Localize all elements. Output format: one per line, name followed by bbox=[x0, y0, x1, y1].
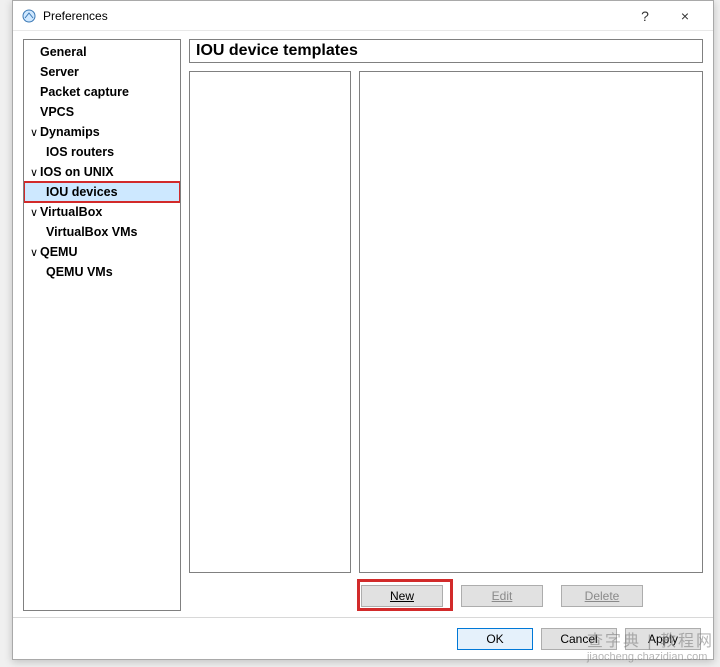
tree-item-label: VirtualBox bbox=[40, 205, 102, 219]
close-button[interactable]: × bbox=[665, 2, 705, 30]
tree-item-qemu[interactable]: ∨QEMU bbox=[24, 242, 180, 262]
cancel-button[interactable]: Cancel bbox=[541, 628, 617, 650]
new-button[interactable]: New bbox=[361, 585, 443, 607]
new-button-label: New bbox=[390, 589, 414, 603]
apply-button-label: Apply bbox=[648, 632, 678, 646]
page-title: IOU device templates bbox=[189, 39, 703, 63]
tree-item-server[interactable]: Server bbox=[24, 62, 180, 82]
tree-item-label: VirtualBox VMs bbox=[46, 225, 137, 239]
help-button[interactable]: ? bbox=[625, 2, 665, 30]
window-title: Preferences bbox=[43, 9, 625, 23]
tree-item-virtualbox-vms[interactable]: VirtualBox VMs bbox=[24, 222, 180, 242]
edit-button[interactable]: Edit bbox=[461, 585, 543, 607]
tree-item-label: QEMU bbox=[40, 245, 78, 259]
titlebar: Preferences ? × bbox=[13, 1, 713, 31]
tree-item-label: General bbox=[40, 45, 87, 59]
tree-item-label: VPCS bbox=[40, 105, 74, 119]
tree-item-packet-capture[interactable]: Packet capture bbox=[24, 82, 180, 102]
expander-icon[interactable]: ∨ bbox=[28, 206, 40, 219]
tree-item-iou-devices[interactable]: IOU devices bbox=[24, 182, 180, 202]
content-area: GeneralServerPacket captureVPCS∨Dynamips… bbox=[23, 39, 703, 611]
preferences-dialog: Preferences ? × General Server Packet capt… bbox=[12, 0, 714, 660]
tree-item-vpcs[interactable]: VPCS bbox=[24, 102, 180, 122]
template-details bbox=[359, 71, 703, 573]
tree-item-dynamips[interactable]: ∨Dynamips bbox=[24, 122, 180, 142]
tree-item-label: IOS routers bbox=[46, 145, 114, 159]
app-icon bbox=[21, 8, 37, 24]
panels bbox=[189, 71, 703, 573]
expander-icon[interactable]: ∨ bbox=[28, 246, 40, 259]
tree-item-label: Server bbox=[40, 65, 79, 79]
tree-item-label: QEMU VMs bbox=[46, 265, 113, 279]
tree-item-general[interactable]: General bbox=[24, 42, 180, 62]
template-buttons: New Edit Delete bbox=[189, 581, 703, 611]
tree-item-qemu-vms[interactable]: QEMU VMs bbox=[24, 262, 180, 282]
edit-button-label: Edit bbox=[492, 589, 513, 603]
delete-button-label: Delete bbox=[585, 589, 620, 603]
tree-item-label: IOU devices bbox=[46, 185, 118, 199]
expander-icon[interactable]: ∨ bbox=[28, 166, 40, 179]
template-list[interactable] bbox=[189, 71, 351, 573]
dialog-button-bar: OK Cancel Apply bbox=[13, 617, 713, 659]
tree-item-ios-on-unix[interactable]: ∨IOS on UNIX bbox=[24, 162, 180, 182]
apply-button[interactable]: Apply bbox=[625, 628, 701, 650]
delete-button[interactable]: Delete bbox=[561, 585, 643, 607]
category-tree[interactable]: GeneralServerPacket captureVPCS∨Dynamips… bbox=[23, 39, 181, 611]
right-pane: IOU device templates New Edit Delete bbox=[189, 39, 703, 611]
expander-icon[interactable]: ∨ bbox=[28, 126, 40, 139]
tree-item-ios-routers[interactable]: IOS routers bbox=[24, 142, 180, 162]
ok-button[interactable]: OK bbox=[457, 628, 533, 650]
tree-item-label: Dynamips bbox=[40, 125, 100, 139]
tree-item-label: IOS on UNIX bbox=[40, 165, 114, 179]
tree-item-label: Packet capture bbox=[40, 85, 129, 99]
tree-item-virtualbox[interactable]: ∨VirtualBox bbox=[24, 202, 180, 222]
